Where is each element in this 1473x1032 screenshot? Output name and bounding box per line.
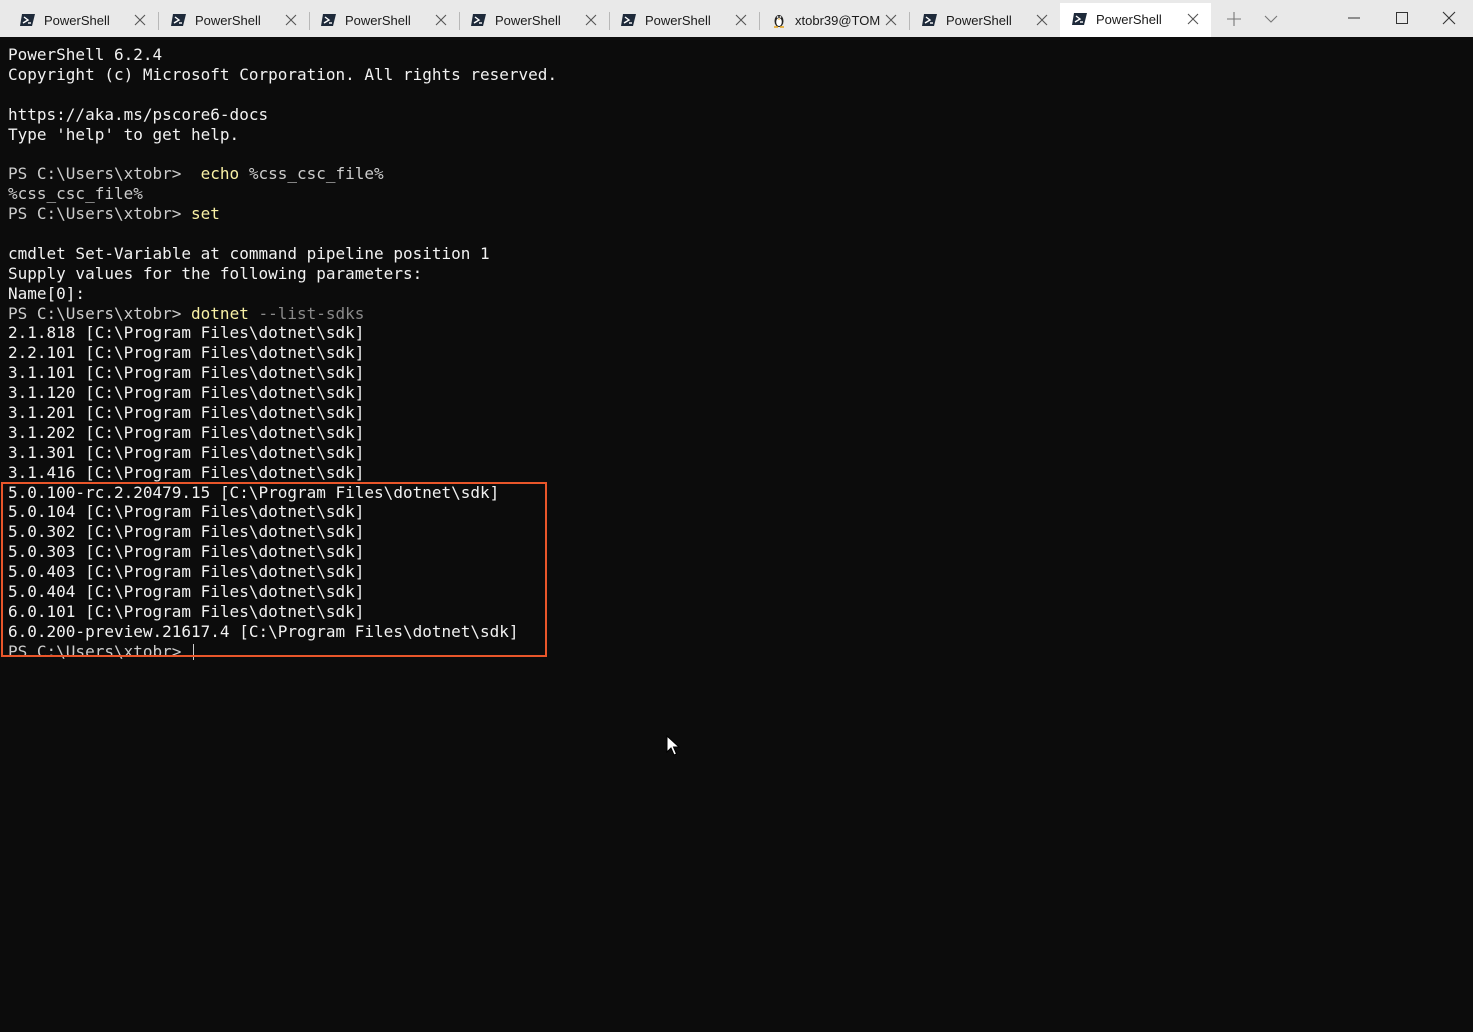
close-icon[interactable]	[585, 14, 597, 26]
command-args: --list-sdks	[258, 303, 365, 323]
terminal-pane[interactable]: PowerShell 6.2.4 Copyright (c) Microsoft…	[0, 37, 1473, 1032]
sdk-list-item: 3.1.416 [C:\Program Files\dotnet\sdk]	[8, 462, 365, 482]
powershell-icon	[471, 14, 486, 26]
banner-help-hint: Type 'help' to get help.	[8, 124, 240, 144]
prompt-line-dotnet: PS C:\Users\xtobr> dotnet --list-sdks	[8, 304, 557, 324]
tab-powershell-5[interactable]: PowerShell	[609, 4, 759, 37]
tab-label: PowerShell	[495, 13, 561, 28]
tab-label: PowerShell	[44, 13, 110, 28]
banner-version: PowerShell 6.2.4	[8, 45, 163, 64]
set-output-line: Supply values for the following paramete…	[8, 263, 423, 283]
prompt: PS C:\Users\xtobr>	[8, 303, 182, 323]
powershell-icon	[1072, 13, 1087, 25]
banner-copyright: Copyright (c) Microsoft Corporation. All…	[8, 64, 558, 84]
close-icon[interactable]	[1187, 13, 1199, 25]
tab-label: xtobr39@TOM	[795, 13, 881, 28]
tab-label: PowerShell	[1096, 12, 1162, 27]
sdk-list-item: 2.1.818 [C:\Program Files\dotnet\sdk]	[8, 323, 365, 343]
command-name: dotnet	[191, 303, 249, 323]
close-icon[interactable]	[735, 14, 747, 26]
sdk-list-item: 3.1.301 [C:\Program Files\dotnet\sdk]	[8, 442, 365, 462]
minimize-icon[interactable]	[1347, 11, 1361, 25]
sdk-list-item: 3.1.120 [C:\Program Files\dotnet\sdk]	[8, 383, 365, 403]
powershell-icon	[20, 14, 35, 26]
chevron-down-icon[interactable]	[1264, 14, 1278, 24]
sdk-list-item: 3.1.101 [C:\Program Files\dotnet\sdk]	[8, 363, 365, 383]
new-tab-plus-icon[interactable]	[1227, 12, 1241, 26]
tab-label: PowerShell	[645, 13, 711, 28]
banner-docs-url: https://aka.ms/pscore6-docs	[8, 104, 269, 124]
prompt: PS C:\Users\xtobr>	[8, 204, 182, 224]
tab-label: PowerShell	[946, 13, 1012, 28]
tab-powershell-active[interactable]: PowerShell	[1060, 3, 1211, 37]
linux-penguin-icon	[774, 15, 784, 28]
prompt: PS C:\Users\xtobr>	[8, 164, 182, 184]
tab-label: PowerShell	[195, 13, 261, 28]
command-name: echo	[200, 164, 240, 184]
close-icon[interactable]	[885, 14, 897, 26]
prompt-line-set: PS C:\Users\xtobr> set	[8, 204, 557, 224]
sdk-list-item: 3.1.201 [C:\Program Files\dotnet\sdk]	[8, 403, 365, 423]
set-output-line: Name[0]:	[8, 283, 86, 303]
prompt-line-echo: PS C:\Users\xtobr> echo %css_csc_file%	[8, 164, 557, 184]
tab-powershell-1[interactable]: PowerShell	[8, 4, 158, 37]
powershell-icon	[171, 14, 186, 26]
sdk-list-item: 3.1.202 [C:\Program Files\dotnet\sdk]	[8, 422, 365, 442]
tab-label: PowerShell	[345, 13, 411, 28]
powershell-icon	[621, 14, 636, 26]
mouse-pointer-icon	[666, 735, 680, 756]
highlight-box	[1, 482, 547, 657]
maximize-icon[interactable]	[1395, 11, 1409, 25]
powershell-icon	[922, 14, 937, 26]
close-icon[interactable]	[1036, 14, 1048, 26]
powershell-icon	[321, 14, 336, 26]
close-icon[interactable]	[285, 14, 297, 26]
tab-powershell-2[interactable]: PowerShell	[159, 4, 309, 37]
tab-powershell-3[interactable]: PowerShell	[309, 4, 459, 37]
echo-output: %css_csc_file%	[8, 184, 143, 204]
tab-powershell-6[interactable]: PowerShell	[910, 4, 1060, 37]
command-name: set	[191, 204, 220, 224]
tab-linux-ssh[interactable]: xtobr39@TOM	[759, 4, 909, 37]
window-close-icon[interactable]	[1442, 11, 1456, 25]
command-args: %css_csc_file%	[248, 164, 384, 184]
tab-bar: PowerShell PowerShell PowerShell PowerSh…	[0, 0, 1473, 38]
tab-powershell-4[interactable]: PowerShell	[459, 4, 609, 37]
close-icon[interactable]	[435, 14, 447, 26]
sdk-list-item: 2.2.101 [C:\Program Files\dotnet\sdk]	[8, 343, 365, 363]
set-output-line: cmdlet Set-Variable at command pipeline …	[8, 243, 490, 263]
close-icon[interactable]	[134, 14, 146, 26]
